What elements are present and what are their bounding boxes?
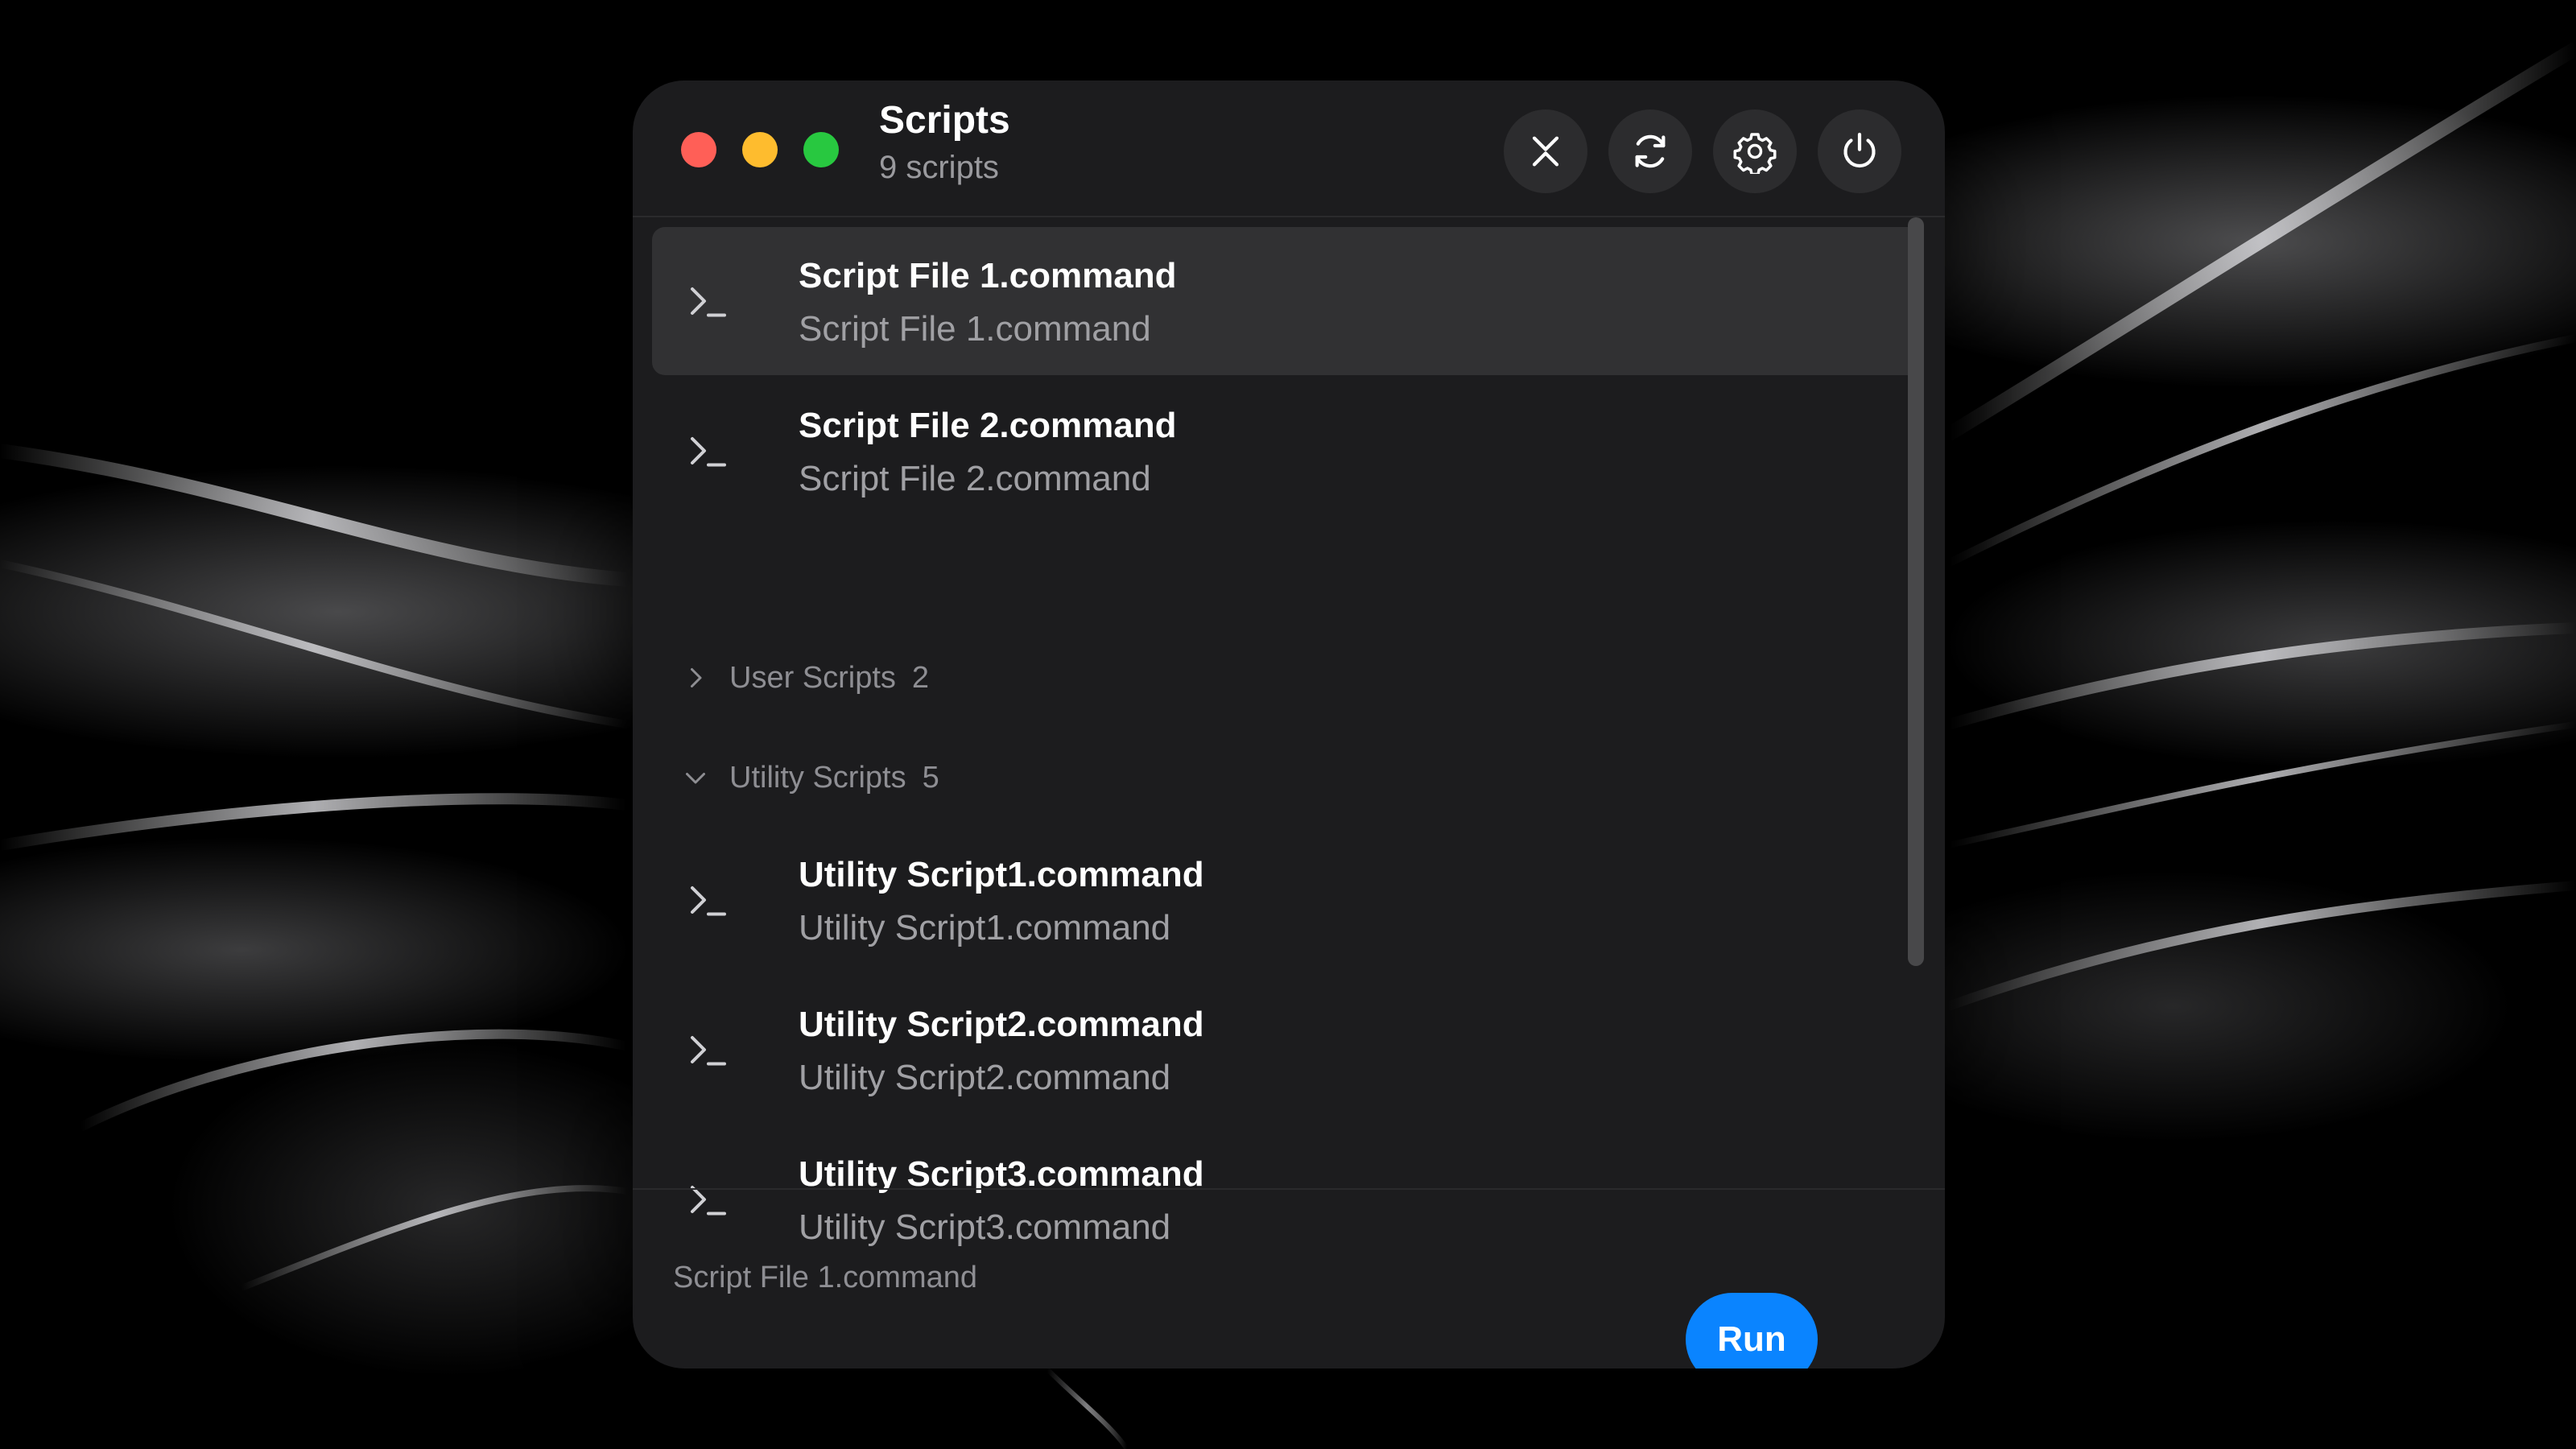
power-button[interactable] bbox=[1818, 109, 1901, 193]
scripts-window: Scripts 9 scripts Script File 1.command … bbox=[633, 80, 1945, 1368]
refresh-button[interactable] bbox=[1608, 109, 1692, 193]
selected-script-label: Script File 1.command bbox=[673, 1261, 978, 1294]
script-count: 9 scripts bbox=[879, 150, 999, 185]
group-label: User Scripts bbox=[729, 660, 896, 695]
terminal-icon bbox=[684, 1026, 733, 1074]
list-scrollbar[interactable] bbox=[1908, 217, 1924, 966]
group-utility-scripts[interactable]: Utility Scripts 5 bbox=[681, 753, 939, 802]
group-count: 5 bbox=[922, 760, 939, 795]
script-subtitle: Script File 2.command bbox=[799, 459, 1151, 498]
terminal-icon bbox=[684, 427, 733, 475]
gear-icon bbox=[1733, 133, 1777, 174]
script-row[interactable]: Script File 1.command Script File 1.comm… bbox=[652, 227, 1921, 375]
close-window-button[interactable] bbox=[681, 132, 716, 167]
chevron-down-icon bbox=[681, 763, 710, 792]
script-title: Script File 1.command bbox=[799, 256, 1177, 295]
collapse-button[interactable] bbox=[1504, 109, 1587, 193]
run-button[interactable]: Run bbox=[1686, 1293, 1818, 1368]
terminal-icon bbox=[684, 277, 733, 325]
group-count: 2 bbox=[911, 660, 930, 695]
title-bar: Scripts 9 scripts bbox=[633, 80, 1945, 217]
group-user-scripts[interactable]: User Scripts 2 bbox=[681, 654, 929, 702]
power-icon bbox=[1843, 132, 1876, 168]
refresh-icon bbox=[1635, 134, 1666, 168]
script-list: Script File 1.command Script File 1.comm… bbox=[633, 217, 1945, 1247]
script-subtitle: Utility Script1.command bbox=[799, 908, 1171, 947]
window-title: Scripts bbox=[879, 99, 1010, 142]
script-title: Utility Script1.command bbox=[799, 855, 1204, 894]
terminal-icon bbox=[684, 876, 733, 924]
script-row[interactable]: Utility Script2.command Utility Script2.… bbox=[652, 976, 1921, 1124]
script-row[interactable]: Utility Script1.command Utility Script1.… bbox=[652, 826, 1921, 974]
script-title: Utility Script2.command bbox=[799, 1005, 1204, 1044]
script-row[interactable]: Script File 2.command Script File 2.comm… bbox=[652, 377, 1921, 525]
footer-bar: Script File 1.command Run bbox=[633, 1188, 1945, 1368]
script-title: Script File 2.command bbox=[799, 406, 1177, 445]
chevron-right-icon bbox=[681, 663, 710, 692]
minimize-window-button[interactable] bbox=[742, 132, 778, 167]
group-label: Utility Scripts bbox=[729, 760, 906, 795]
script-subtitle: Utility Script2.command bbox=[799, 1058, 1171, 1097]
settings-button[interactable] bbox=[1713, 109, 1797, 193]
collapse-arrows-icon bbox=[1532, 136, 1559, 167]
zoom-window-button[interactable] bbox=[803, 132, 839, 167]
script-subtitle: Script File 1.command bbox=[799, 309, 1151, 349]
